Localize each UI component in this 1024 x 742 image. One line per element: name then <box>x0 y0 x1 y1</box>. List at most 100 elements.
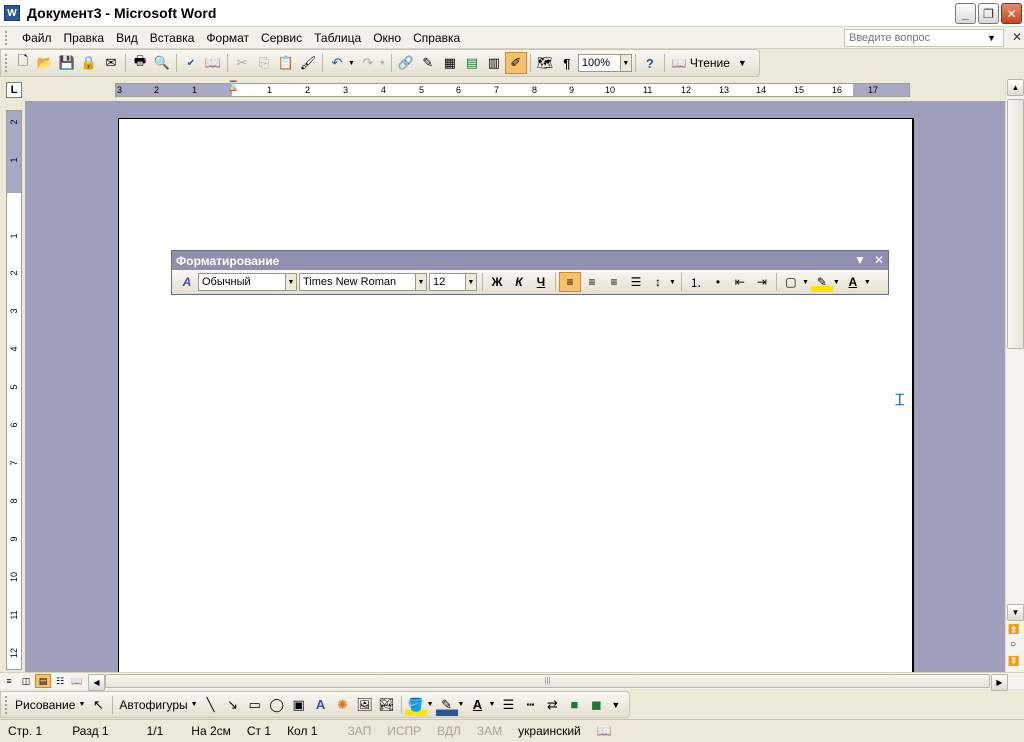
fill-color-dropdown-icon[interactable]: ▼ <box>427 701 434 708</box>
insert-excel-icon[interactable]: ▤ <box>461 52 483 74</box>
close-icon[interactable]: ✕ <box>874 253 884 267</box>
toolbar-options-icon[interactable]: ▼ <box>738 58 747 68</box>
menu-format[interactable]: Формат <box>200 31 255 45</box>
normal-view-icon[interactable]: ≡ <box>1 674 17 688</box>
paste-icon[interactable]: 📋 <box>275 52 297 74</box>
align-left-icon[interactable]: ≡ <box>559 272 581 292</box>
browse-object-icon[interactable]: ○ <box>1010 639 1016 650</box>
autoshapes-button[interactable]: Автофигуры <box>116 698 190 712</box>
print-preview-icon[interactable]: 🔍 <box>151 52 173 74</box>
document-close-icon[interactable]: ✕ <box>1012 30 1022 44</box>
help-question-box[interactable]: ▼ <box>844 29 1004 47</box>
wordart-icon[interactable]: A <box>310 694 332 716</box>
style-combo[interactable]: Обычный ▼ <box>198 273 297 291</box>
print-icon[interactable]: 🖶 <box>129 52 151 74</box>
status-track-changes[interactable]: ИСПР <box>379 724 429 738</box>
vertical-ruler[interactable]: 2 1 1 2 3 4 5 6 7 8 9 10 11 12 <box>6 110 22 670</box>
align-center-icon[interactable]: ≡ <box>581 272 603 292</box>
decrease-indent-icon[interactable]: ⇤ <box>729 272 751 292</box>
word-app-icon[interactable]: W <box>4 5 20 21</box>
web-view-icon[interactable]: ◫ <box>18 674 34 688</box>
read-button[interactable]: 📖 Чтение <box>668 56 734 70</box>
redo-dropdown-icon[interactable]: ▼ <box>379 60 386 67</box>
outline-view-icon[interactable]: ☷ <box>52 674 68 688</box>
toolbar-options-icon[interactable]: ▼ <box>854 253 866 267</box>
first-line-indent-marker[interactable]: ⌛ <box>227 81 239 92</box>
draw-dropdown-icon[interactable]: ▼ <box>78 701 85 708</box>
3d-style-icon[interactable]: ◼ <box>585 694 607 716</box>
help-question-input[interactable] <box>849 32 987 44</box>
help-icon[interactable]: ? <box>639 52 661 74</box>
restore-button[interactable]: ❐ <box>978 3 999 24</box>
status-extend-selection[interactable]: ВДЛ <box>429 724 469 738</box>
spelling-status-icon[interactable]: 📖 <box>589 724 620 738</box>
highlight-icon[interactable]: ✎ <box>810 272 833 292</box>
diagram-icon[interactable]: ✺ <box>332 694 354 716</box>
redo-icon[interactable]: ↷ <box>357 52 379 74</box>
line-color-icon[interactable]: ✎ <box>435 693 458 716</box>
columns-icon[interactable]: ▥ <box>483 52 505 74</box>
research-icon[interactable]: 📖 <box>202 52 224 74</box>
open-folder-icon[interactable]: 📂 <box>34 52 56 74</box>
toolbar-grip[interactable] <box>5 54 8 72</box>
minimize-button[interactable]: _ <box>955 3 976 24</box>
show-hide-icon[interactable]: ¶ <box>556 52 578 74</box>
line-spacing-dropdown-icon[interactable]: ▼ <box>669 279 676 286</box>
font-color-icon[interactable]: A <box>466 694 488 716</box>
bullets-icon[interactable]: • <box>707 272 729 292</box>
menu-window[interactable]: Окно <box>367 31 407 45</box>
chevron-down-icon[interactable]: ▼ <box>415 274 426 290</box>
menu-table[interactable]: Таблица <box>308 31 367 45</box>
toolbar-grip[interactable] <box>5 695 8 714</box>
underline-button[interactable]: Ч <box>530 272 552 292</box>
horizontal-ruler[interactable]: 3 2 1 1 2 3 4 5 6 7 8 9 10 11 12 13 14 1… <box>115 81 910 97</box>
tables-borders-icon[interactable]: ✎ <box>417 52 439 74</box>
menu-view[interactable]: Вид <box>110 31 144 45</box>
horizontal-scrollbar[interactable]: ◀ ||| ▶ <box>87 673 1008 691</box>
horizontal-scroll-thumb[interactable]: ||| <box>105 673 990 688</box>
zoom-box[interactable]: 100% ▼ <box>577 54 632 72</box>
hyperlink-icon[interactable]: 🔗 <box>395 52 417 74</box>
vertical-scrollbar[interactable]: ▲ ▼ ⏫ ○ ⏬ <box>1005 79 1024 672</box>
bold-button[interactable]: Ж <box>486 272 508 292</box>
clip-art-icon[interactable]: 🖼 <box>354 694 376 716</box>
picture-icon[interactable]: 🏞 <box>376 694 398 716</box>
menu-file[interactable]: Файл <box>16 31 58 45</box>
chevron-down-icon[interactable]: ▼ <box>285 274 296 290</box>
styles-pane-icon[interactable]: A <box>176 272 198 292</box>
copy-icon[interactable]: ⎘ <box>253 52 275 74</box>
numbering-icon[interactable]: ⒈ <box>685 272 707 292</box>
previous-page-icon[interactable]: ⏫ <box>1008 624 1019 635</box>
font-combo[interactable]: Times New Roman ▼ <box>299 273 427 291</box>
font-color-dropdown-icon[interactable]: ▼ <box>488 701 495 708</box>
font-color-icon[interactable]: A <box>842 272 864 292</box>
shadow-style-icon[interactable]: ■ <box>563 694 585 716</box>
font-size-combo[interactable]: 12 ▼ <box>429 273 477 291</box>
text-box-icon[interactable]: ▣ <box>288 694 310 716</box>
italic-button[interactable]: К <box>508 272 530 292</box>
vertical-scroll-thumb[interactable] <box>1007 99 1024 349</box>
scroll-right-button[interactable]: ▶ <box>991 673 1008 691</box>
line-color-dropdown-icon[interactable]: ▼ <box>458 701 465 708</box>
cut-icon[interactable]: ✂ <box>231 52 253 74</box>
save-icon[interactable]: 💾 <box>56 52 78 74</box>
highlight-dropdown-icon[interactable]: ▼ <box>833 279 840 286</box>
chevron-down-icon[interactable]: ▼ <box>987 33 996 43</box>
tab-selector[interactable]: L <box>6 82 22 98</box>
menu-edit[interactable]: Правка <box>58 31 111 45</box>
borders-dropdown-icon[interactable]: ▼ <box>802 279 809 286</box>
select-objects-icon[interactable]: ↖ <box>87 694 109 716</box>
permission-icon[interactable]: 🔒 <box>78 52 100 74</box>
fill-color-icon[interactable]: 🪣 <box>404 693 427 716</box>
undo-icon[interactable]: ↶ <box>326 52 348 74</box>
autoshapes-dropdown-icon[interactable]: ▼ <box>191 701 198 708</box>
menu-help[interactable]: Справка <box>407 31 466 45</box>
font-color-dropdown-icon[interactable]: ▼ <box>864 279 871 286</box>
scroll-down-button[interactable]: ▼ <box>1007 604 1024 621</box>
spelling-icon[interactable]: ✔ <box>180 52 202 74</box>
toolbar-options-icon[interactable]: ▼ <box>611 700 620 710</box>
menu-insert[interactable]: Вставка <box>144 31 201 45</box>
line-icon[interactable]: ╲ <box>200 694 222 716</box>
document-page[interactable] <box>118 118 914 672</box>
status-record-macro[interactable]: ЗАП <box>339 724 379 738</box>
